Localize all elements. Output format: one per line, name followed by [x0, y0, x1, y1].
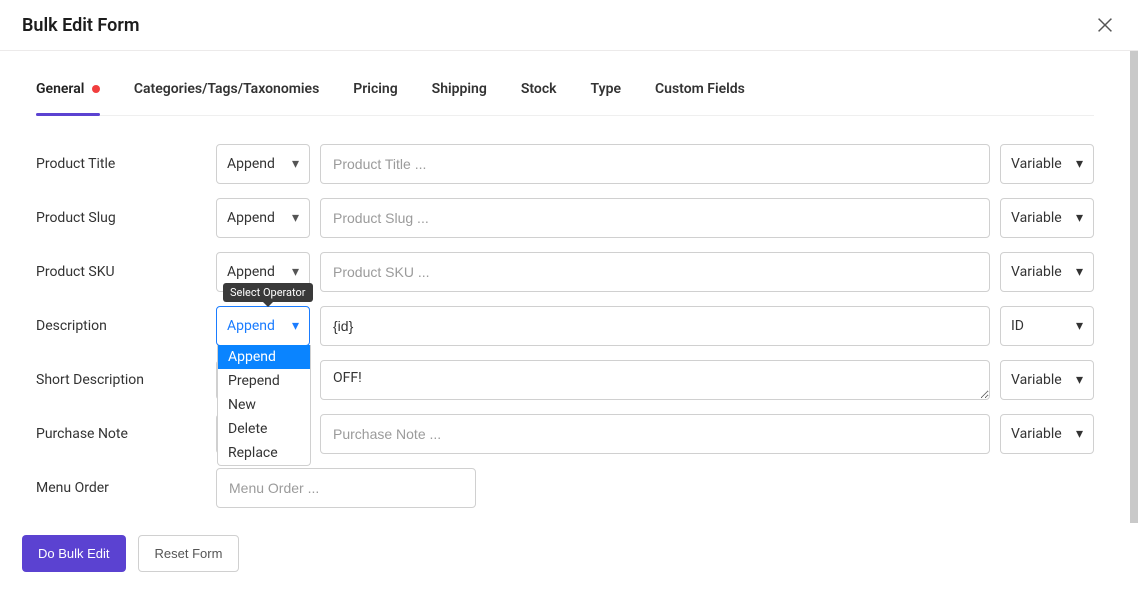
modal-title: Bulk Edit Form	[22, 15, 139, 36]
chevron-down-icon: ▾	[1076, 426, 1083, 442]
label-purchase-note: Purchase Note	[36, 426, 206, 442]
dropdown-option-new[interactable]: New	[218, 393, 310, 417]
tab-type[interactable]: Type	[591, 81, 621, 115]
operator-dropdown: Append Prepend New Delete Replace	[217, 345, 311, 466]
variable-value: Variable	[1011, 156, 1062, 172]
variable-select-product-title[interactable]: Variable ▾	[1000, 144, 1094, 184]
tab-pricing[interactable]: Pricing	[353, 81, 397, 115]
label-product-title: Product Title	[36, 156, 206, 172]
operator-select-product-slug[interactable]: Append ▾	[216, 198, 310, 238]
input-product-slug[interactable]	[320, 198, 990, 238]
row-product-title: Product Title Append ▾ Variable ▾	[36, 144, 1094, 184]
row-product-sku: Product SKU Append ▾ Variable ▾	[36, 252, 1094, 292]
modal-body: General Categories/Tags/Taxonomies Prici…	[0, 51, 1138, 523]
modal-footer: Do Bulk Edit Reset Form	[0, 523, 1138, 586]
row-short-description: Short Description Append ▾ Variable ▾	[36, 360, 1094, 400]
dropdown-option-replace[interactable]: Replace	[218, 441, 310, 465]
variable-select-product-sku[interactable]: Variable ▾	[1000, 252, 1094, 292]
tab-custom-fields[interactable]: Custom Fields	[655, 81, 745, 115]
variable-value: Variable	[1011, 372, 1062, 388]
chevron-down-icon: ▾	[292, 318, 299, 334]
row-description: Description Select Operator Append ▾ App…	[36, 306, 1094, 346]
operator-value: Append	[227, 156, 275, 172]
variable-select-description[interactable]: ID ▾	[1000, 306, 1094, 346]
input-menu-order[interactable]	[216, 468, 476, 508]
variable-value: Variable	[1011, 426, 1062, 442]
row-menu-order: Menu Order	[36, 468, 1094, 508]
operator-select-product-title[interactable]: Append ▾	[216, 144, 310, 184]
variable-value: Variable	[1011, 210, 1062, 226]
operator-select-description[interactable]: Select Operator Append ▾ Append Prepend …	[216, 306, 310, 346]
variable-value: Variable	[1011, 264, 1062, 280]
label-product-slug: Product Slug	[36, 210, 206, 226]
chevron-down-icon: ▾	[1076, 372, 1083, 388]
input-product-title[interactable]	[320, 144, 990, 184]
dropdown-option-delete[interactable]: Delete	[218, 417, 310, 441]
tab-categories[interactable]: Categories/Tags/Taxonomies	[134, 81, 319, 115]
chevron-down-icon: ▾	[292, 210, 299, 226]
reset-form-button[interactable]: Reset Form	[138, 535, 240, 572]
variable-select-short-description[interactable]: Variable ▾	[1000, 360, 1094, 400]
row-purchase-note: Purchase Note Append ▾ Variable ▾	[36, 414, 1094, 454]
operator-value: Append	[227, 264, 275, 280]
label-menu-order: Menu Order	[36, 480, 206, 496]
modal-header: Bulk Edit Form	[0, 0, 1138, 51]
close-icon[interactable]	[1094, 14, 1116, 36]
do-bulk-edit-button[interactable]: Do Bulk Edit	[22, 535, 126, 572]
dropdown-option-append[interactable]: Append	[218, 345, 310, 369]
tabs: General Categories/Tags/Taxonomies Prici…	[36, 51, 1094, 116]
tab-general[interactable]: General	[36, 81, 100, 115]
dropdown-option-prepend[interactable]: Prepend	[218, 369, 310, 393]
input-product-sku[interactable]	[320, 252, 990, 292]
input-purchase-note[interactable]	[320, 414, 990, 454]
textarea-short-description[interactable]	[320, 360, 990, 400]
variable-select-product-slug[interactable]: Variable ▾	[1000, 198, 1094, 238]
chevron-down-icon: ▾	[1076, 156, 1083, 172]
operator-value: Append	[227, 318, 275, 334]
row-product-slug: Product Slug Append ▾ Variable ▾	[36, 198, 1094, 238]
variable-select-purchase-note[interactable]: Variable ▾	[1000, 414, 1094, 454]
tab-label: General	[36, 81, 84, 97]
chevron-down-icon: ▾	[1076, 210, 1083, 226]
label-short-description: Short Description	[36, 372, 206, 388]
chevron-down-icon: ▾	[292, 156, 299, 172]
chevron-down-icon: ▾	[1076, 318, 1083, 334]
variable-value: ID	[1011, 318, 1024, 334]
tab-stock[interactable]: Stock	[521, 81, 557, 115]
operator-value: Append	[227, 210, 275, 226]
chevron-down-icon: ▾	[292, 264, 299, 280]
tab-shipping[interactable]: Shipping	[432, 81, 487, 115]
input-description[interactable]	[320, 306, 990, 346]
label-description: Description	[36, 318, 206, 334]
label-product-sku: Product SKU	[36, 264, 206, 280]
indicator-dot-icon	[92, 85, 100, 93]
form: Product Title Append ▾ Variable ▾ Produc…	[36, 116, 1094, 508]
tooltip-select-operator: Select Operator	[223, 283, 313, 302]
chevron-down-icon: ▾	[1076, 264, 1083, 280]
